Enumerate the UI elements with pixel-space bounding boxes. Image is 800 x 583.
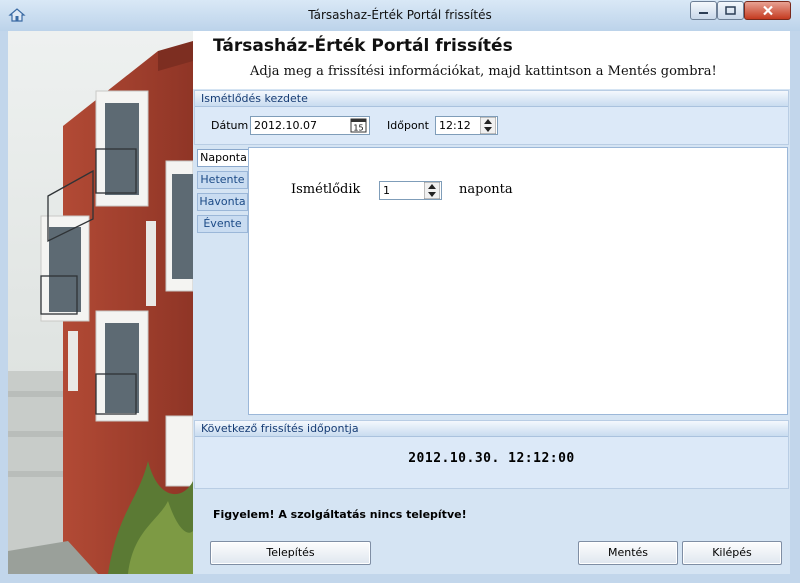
repeat-spinner-icon[interactable] [424, 182, 440, 199]
exit-button[interactable]: Kilépés [682, 541, 782, 565]
time-value[interactable]: 12:12 [439, 119, 471, 132]
next-refresh-value: 2012.10.30. 12:12:00 [408, 451, 575, 466]
tab-evente[interactable]: Évente [197, 215, 248, 233]
window-frame-bottom [0, 574, 800, 583]
minimize-button[interactable] [690, 1, 717, 20]
repeat-count-value[interactable]: 1 [383, 184, 390, 197]
close-icon [762, 5, 773, 16]
time-spinner-icon[interactable] [480, 117, 496, 134]
install-button[interactable]: Telepítés [210, 541, 371, 565]
close-button[interactable] [744, 1, 791, 20]
minimize-icon [699, 12, 708, 14]
save-button[interactable]: Mentés [578, 541, 678, 565]
repeat-start-group-title: Ismétlődés kezdete [195, 91, 788, 107]
window-title: Társashaz-Érték Portál frissítés [308, 8, 492, 22]
maximize-button[interactable] [717, 1, 744, 20]
building-photo [8, 31, 193, 574]
tab-hetente[interactable]: Hetente [197, 171, 248, 189]
tab-naponta[interactable]: Naponta [197, 149, 249, 167]
next-refresh-group-title: Következő frissítés időpontja [195, 421, 788, 437]
page-subtitle: Adja meg a frissítési információkat, maj… [250, 64, 717, 79]
calendar-icon-day: 15 [353, 124, 363, 133]
maximize-icon [725, 6, 736, 15]
window-frame-right [790, 31, 800, 583]
calendar-icon[interactable]: 15 [350, 118, 367, 133]
page-title: Társasház-Érték Portál frissítés [213, 36, 513, 56]
window-frame-left [0, 31, 8, 583]
time-label: Időpont [387, 119, 429, 132]
service-warning: Figyelem! A szolgáltatás nincs telepítve… [213, 508, 467, 521]
tab-havonta[interactable]: Havonta [197, 193, 248, 211]
date-label: Dátum [211, 119, 249, 132]
repeat-unit-label: naponta [459, 182, 513, 197]
date-value[interactable]: 2012.10.07 [254, 119, 317, 132]
repeat-label: Ismétlődik [291, 182, 361, 197]
